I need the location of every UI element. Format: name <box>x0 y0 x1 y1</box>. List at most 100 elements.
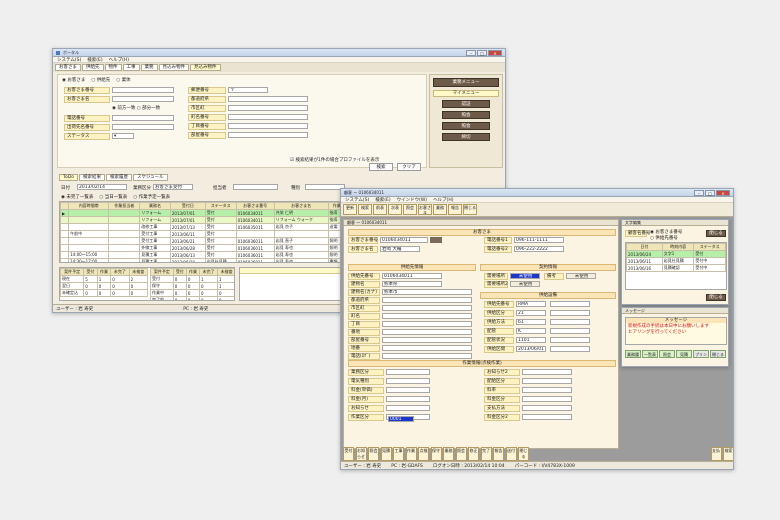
gas-value-2[interactable]: 61 <box>516 319 546 325</box>
footer-button-1[interactable]: お知らせ <box>355 447 367 461</box>
work-value-7[interactable] <box>522 378 572 384</box>
gas-value-3[interactable]: K <box>516 328 546 334</box>
supply-value-0[interactable]: 0106034011 <box>382 273 442 279</box>
supply-value-1[interactable]: 熊本県 <box>382 281 442 287</box>
subtab-schedule[interactable]: ○ 作業予定一覧表 <box>133 194 170 200</box>
footer-button-14[interactable]: 閉じる <box>518 447 529 461</box>
work-value-8[interactable] <box>522 387 572 393</box>
sub2-button-4[interactable]: プリント <box>693 350 709 358</box>
sub1-row[interactable]: 2013/06/24 文字1 受付 <box>626 250 726 258</box>
gas-extra-2[interactable] <box>550 319 590 325</box>
menu-button-1[interactable]: 認証 <box>442 100 490 108</box>
supply-value-3[interactable] <box>382 297 472 303</box>
toolbar-button-8[interactable]: 閉じる <box>463 204 477 215</box>
menu-button-4[interactable]: 締切 <box>442 133 490 141</box>
tab-prospect[interactable]: 見込み物件 <box>158 64 189 71</box>
work-value-10[interactable] <box>522 405 572 411</box>
sub2-button-2[interactable]: 照会 <box>659 350 675 358</box>
supply-value-5[interactable] <box>382 313 472 319</box>
table-row[interactable]: 改修工事 2013/07/13 受付 0106035011 岩見 京子 送電 <box>60 223 354 231</box>
status-select[interactable]: ▾ <box>112 133 134 139</box>
toolbar-button-7[interactable]: 報告 <box>448 204 462 215</box>
work-value-1[interactable] <box>386 378 430 384</box>
phone-input[interactable] <box>112 115 174 121</box>
tab-prospect-2[interactable]: 見込み物件 <box>190 64 221 71</box>
tab-schedule[interactable]: スケジュール <box>132 174 168 181</box>
customer-number-input[interactable] <box>112 87 174 93</box>
toolbar-button-6[interactable]: 業務 <box>433 204 447 215</box>
type-select[interactable] <box>305 184 345 190</box>
detail-menu-system[interactable]: システム(S) <box>345 197 369 203</box>
gas-extra-0[interactable] <box>550 301 590 307</box>
gas-extra-1[interactable] <box>550 310 590 316</box>
toolbar-button-4[interactable]: 照会 <box>403 204 417 215</box>
town-input[interactable] <box>228 114 308 120</box>
name-match-options[interactable]: ◉ 前方一致 ○ 部分一致 <box>112 105 160 111</box>
menu-help[interactable]: ヘルプ(H) <box>109 57 129 63</box>
gas-value-1[interactable]: 21 <box>516 310 546 316</box>
sub2-button-5[interactable]: 閉じる <box>710 350 726 358</box>
supply-value-2[interactable]: 熊本市 <box>382 289 472 295</box>
supply-value-6[interactable] <box>382 321 472 327</box>
clear-button[interactable]: クリア <box>397 163 421 171</box>
footer-button-12[interactable]: 報告 <box>493 447 504 461</box>
search-button[interactable]: 検索 <box>369 163 393 171</box>
room-input[interactable] <box>228 132 308 138</box>
toolbar-button-5[interactable]: お客さま <box>418 204 432 215</box>
work-value-2[interactable] <box>386 387 430 393</box>
footer-button-0[interactable]: 受付 <box>343 447 354 461</box>
customer-number-btn[interactable] <box>430 237 442 243</box>
tab-search-result[interactable]: 検索結果 <box>78 174 105 181</box>
table-row[interactable]: 受付工事 2013/06/21 受付 0106036011 岩見 直子 照明 <box>60 237 354 245</box>
work-value-0[interactable] <box>386 369 430 375</box>
menu-button-3[interactable]: 照会 <box>442 122 490 130</box>
chome-input[interactable] <box>228 123 308 129</box>
customer-name-input[interactable] <box>112 96 174 102</box>
tab-construction[interactable]: 工事 <box>122 64 140 71</box>
sub1-close-top[interactable]: 閉じる <box>706 230 726 237</box>
subtab-today[interactable]: ○ 当日一覧表 <box>99 194 127 200</box>
gas-extra-5[interactable] <box>550 346 590 352</box>
sub1-row[interactable]: 2013/06/16 見積確認 受付中 <box>626 264 726 272</box>
prefecture-input[interactable] <box>228 96 308 102</box>
shipto-input[interactable] <box>112 124 174 130</box>
toolbar-button-1[interactable]: 検索 <box>358 204 372 215</box>
supply-value-9[interactable] <box>382 345 472 351</box>
supply-value-10[interactable] <box>382 353 472 359</box>
menu-search[interactable]: 検索(E) <box>87 57 102 63</box>
gas-extra-3[interactable] <box>550 328 590 334</box>
postal-input[interactable]: 〒 <box>228 87 268 93</box>
footer-button-7[interactable]: 保守 <box>430 447 442 461</box>
city-input[interactable] <box>228 105 308 111</box>
tab-todo[interactable]: ToDo <box>59 174 78 181</box>
supply-value-4[interactable] <box>382 305 472 311</box>
footer-button-6[interactable]: 点検 <box>418 447 429 461</box>
work-value-4[interactable] <box>386 405 430 411</box>
supply-value-8[interactable] <box>382 337 472 343</box>
sub1-close-bottom[interactable]: 閉じる <box>706 294 726 301</box>
detail-minimize-button[interactable]: – <box>694 189 704 196</box>
maximize-button[interactable]: □ <box>477 49 487 56</box>
profile-checkbox[interactable]: ☑ 検索結果が1件の場合プロファイルを表示 <box>290 157 379 163</box>
tab-supply[interactable]: 供給先 <box>82 64 104 71</box>
toolbar-button-3[interactable]: 次表 <box>388 204 402 215</box>
work-value-6[interactable] <box>522 369 572 375</box>
gas-extra-4[interactable] <box>550 337 590 343</box>
close-button[interactable]: ✕ <box>488 49 502 56</box>
minimize-button[interactable]: – <box>466 49 476 56</box>
supply-value-7[interactable] <box>382 329 472 335</box>
footer-button-8[interactable]: 業務 <box>443 447 454 461</box>
tab-business[interactable]: 業務 <box>140 64 158 71</box>
menu-button-2[interactable]: 照会 <box>442 111 490 119</box>
work-value-11[interactable] <box>522 414 572 420</box>
footer-button-11[interactable]: 完了 <box>480 447 492 461</box>
footer-button-16[interactable]: 検索 <box>723 447 733 461</box>
subtab-incomplete[interactable]: ◉ 未完了一覧表 <box>61 194 93 200</box>
radio-customer[interactable]: ◉ お客さま <box>62 77 85 83</box>
category-select[interactable]: お客さま受付 <box>153 184 193 190</box>
footer-button-10[interactable]: 修正 <box>468 447 479 461</box>
radio-type[interactable]: ○ 業体 <box>116 77 130 83</box>
sub1-row[interactable]: 2013/06/11 岩見社見積 受付中 <box>626 257 726 265</box>
sub1-radio-2[interactable]: ○ 供給先番号 <box>650 235 678 241</box>
footer-button-4[interactable]: 工事 <box>393 447 404 461</box>
